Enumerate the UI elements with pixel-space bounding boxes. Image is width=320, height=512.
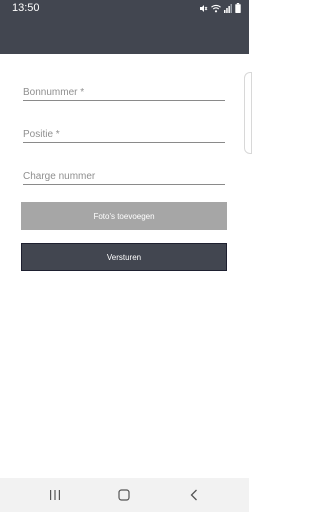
charge-number-field[interactable] bbox=[23, 166, 225, 185]
status-icons bbox=[199, 3, 241, 13]
back-icon bbox=[190, 489, 197, 501]
status-time: 13:50 bbox=[12, 2, 40, 14]
home-button[interactable] bbox=[114, 486, 134, 504]
app-header bbox=[0, 18, 249, 54]
recent-apps-button[interactable] bbox=[45, 486, 65, 504]
navigation-bar bbox=[0, 478, 249, 512]
home-icon bbox=[118, 489, 130, 501]
signal-icon bbox=[224, 3, 232, 13]
back-button[interactable] bbox=[184, 486, 204, 504]
position-field[interactable] bbox=[23, 124, 225, 143]
side-drawer-handle[interactable] bbox=[244, 72, 252, 154]
battery-icon bbox=[235, 3, 241, 13]
send-button[interactable]: Versturen bbox=[21, 243, 227, 271]
bon-number-input[interactable] bbox=[23, 84, 225, 101]
wifi-icon bbox=[211, 4, 221, 12]
add-photos-button[interactable]: Foto's toevoegen bbox=[21, 202, 227, 230]
position-input[interactable] bbox=[23, 126, 225, 143]
mute-icon bbox=[200, 4, 208, 12]
charge-number-input[interactable] bbox=[23, 168, 225, 185]
bon-number-field[interactable] bbox=[23, 82, 225, 101]
status-bar: 13:50 bbox=[0, 0, 249, 18]
recent-apps-icon bbox=[50, 490, 60, 500]
